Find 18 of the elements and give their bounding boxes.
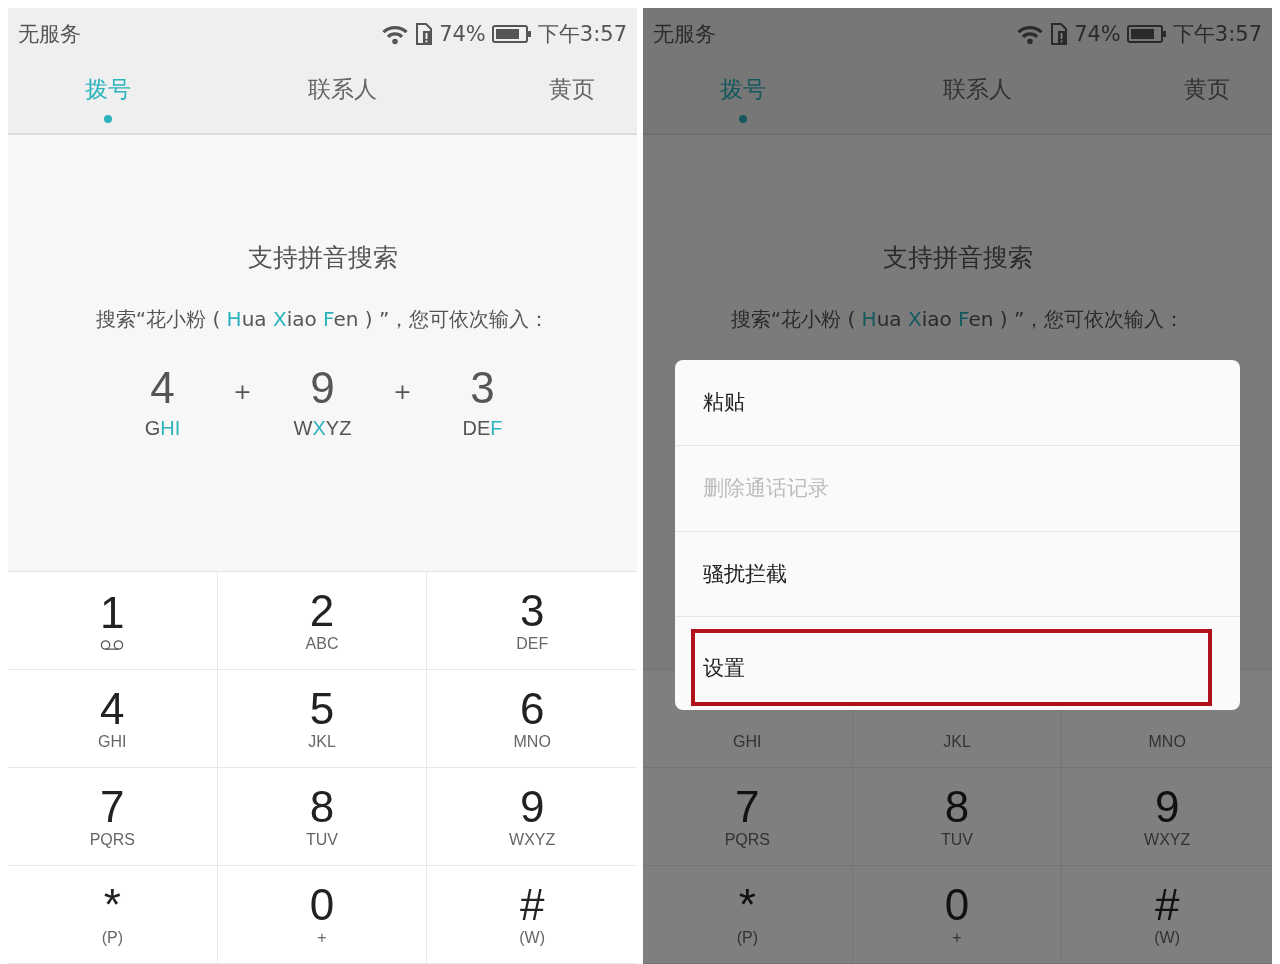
status-time: 下午3:57	[1172, 21, 1262, 48]
battery-percent: 74%	[439, 22, 486, 46]
example-letters: WXYZ	[293, 417, 352, 440]
hint-title: 支持拼音搜索	[247, 242, 398, 274]
example-digit: 3	[470, 363, 495, 413]
example-letters: DEF	[462, 417, 503, 440]
example-letters: GHI	[144, 417, 181, 440]
status-time: 下午3:57	[537, 21, 627, 48]
hint-title: 支持拼音搜索	[882, 242, 1033, 274]
hint-text: 搜索“花小粉 ( Hua Xiao Fen ) ”，您可依次输入：	[95, 306, 550, 333]
plus-sign: +	[392, 379, 413, 404]
example-digit: 9	[310, 363, 335, 413]
carrier-label: 无服务	[18, 21, 81, 48]
example-digit: 4	[150, 363, 175, 413]
battery-percent: 74%	[1074, 22, 1121, 46]
carrier-label: 无服务	[653, 21, 716, 48]
plus-sign: +	[232, 379, 253, 404]
hint-text: 搜索“花小粉 ( Hua Xiao Fen ) ”，您可依次输入：	[730, 306, 1185, 333]
